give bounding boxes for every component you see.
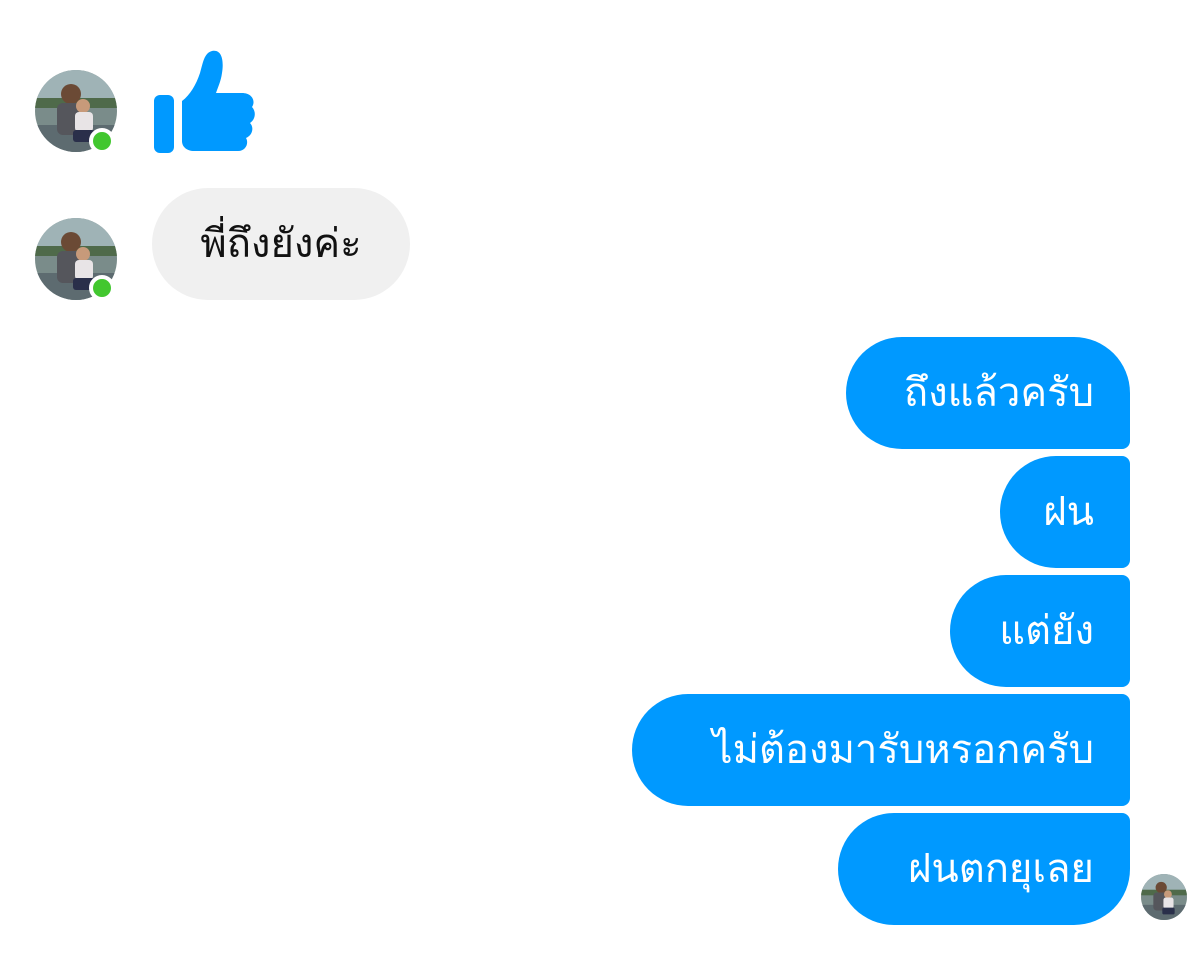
message-text: ไม่ต้องมารับหรอกครับ xyxy=(712,727,1094,773)
seen-receipt-avatar xyxy=(1141,874,1187,920)
thumbs-up-icon xyxy=(154,50,255,153)
message-text: ถึงแล้วครับ xyxy=(903,370,1094,416)
outgoing-message-bubble[interactable]: ฝน xyxy=(1000,456,1130,568)
outgoing-message-bubble[interactable]: ไม่ต้องมารับหรอกครับ xyxy=(632,694,1130,806)
online-status-dot xyxy=(89,128,115,154)
message-text: พี่ถึงยังค่ะ xyxy=(200,221,362,267)
online-status-dot xyxy=(89,275,115,301)
outgoing-message-bubble[interactable]: ถึงแล้วครับ xyxy=(846,337,1130,449)
message-text: ฝนตกยุเลย xyxy=(907,846,1094,892)
outgoing-message-bubble[interactable]: แต่ยัง xyxy=(950,575,1130,687)
message-text: ฝน xyxy=(1043,489,1094,535)
incoming-message-bubble[interactable]: พี่ถึงยังค่ะ xyxy=(152,188,410,300)
message-text: แต่ยัง xyxy=(999,608,1094,654)
outgoing-message-bubble[interactable]: ฝนตกยุเลย xyxy=(838,813,1130,925)
